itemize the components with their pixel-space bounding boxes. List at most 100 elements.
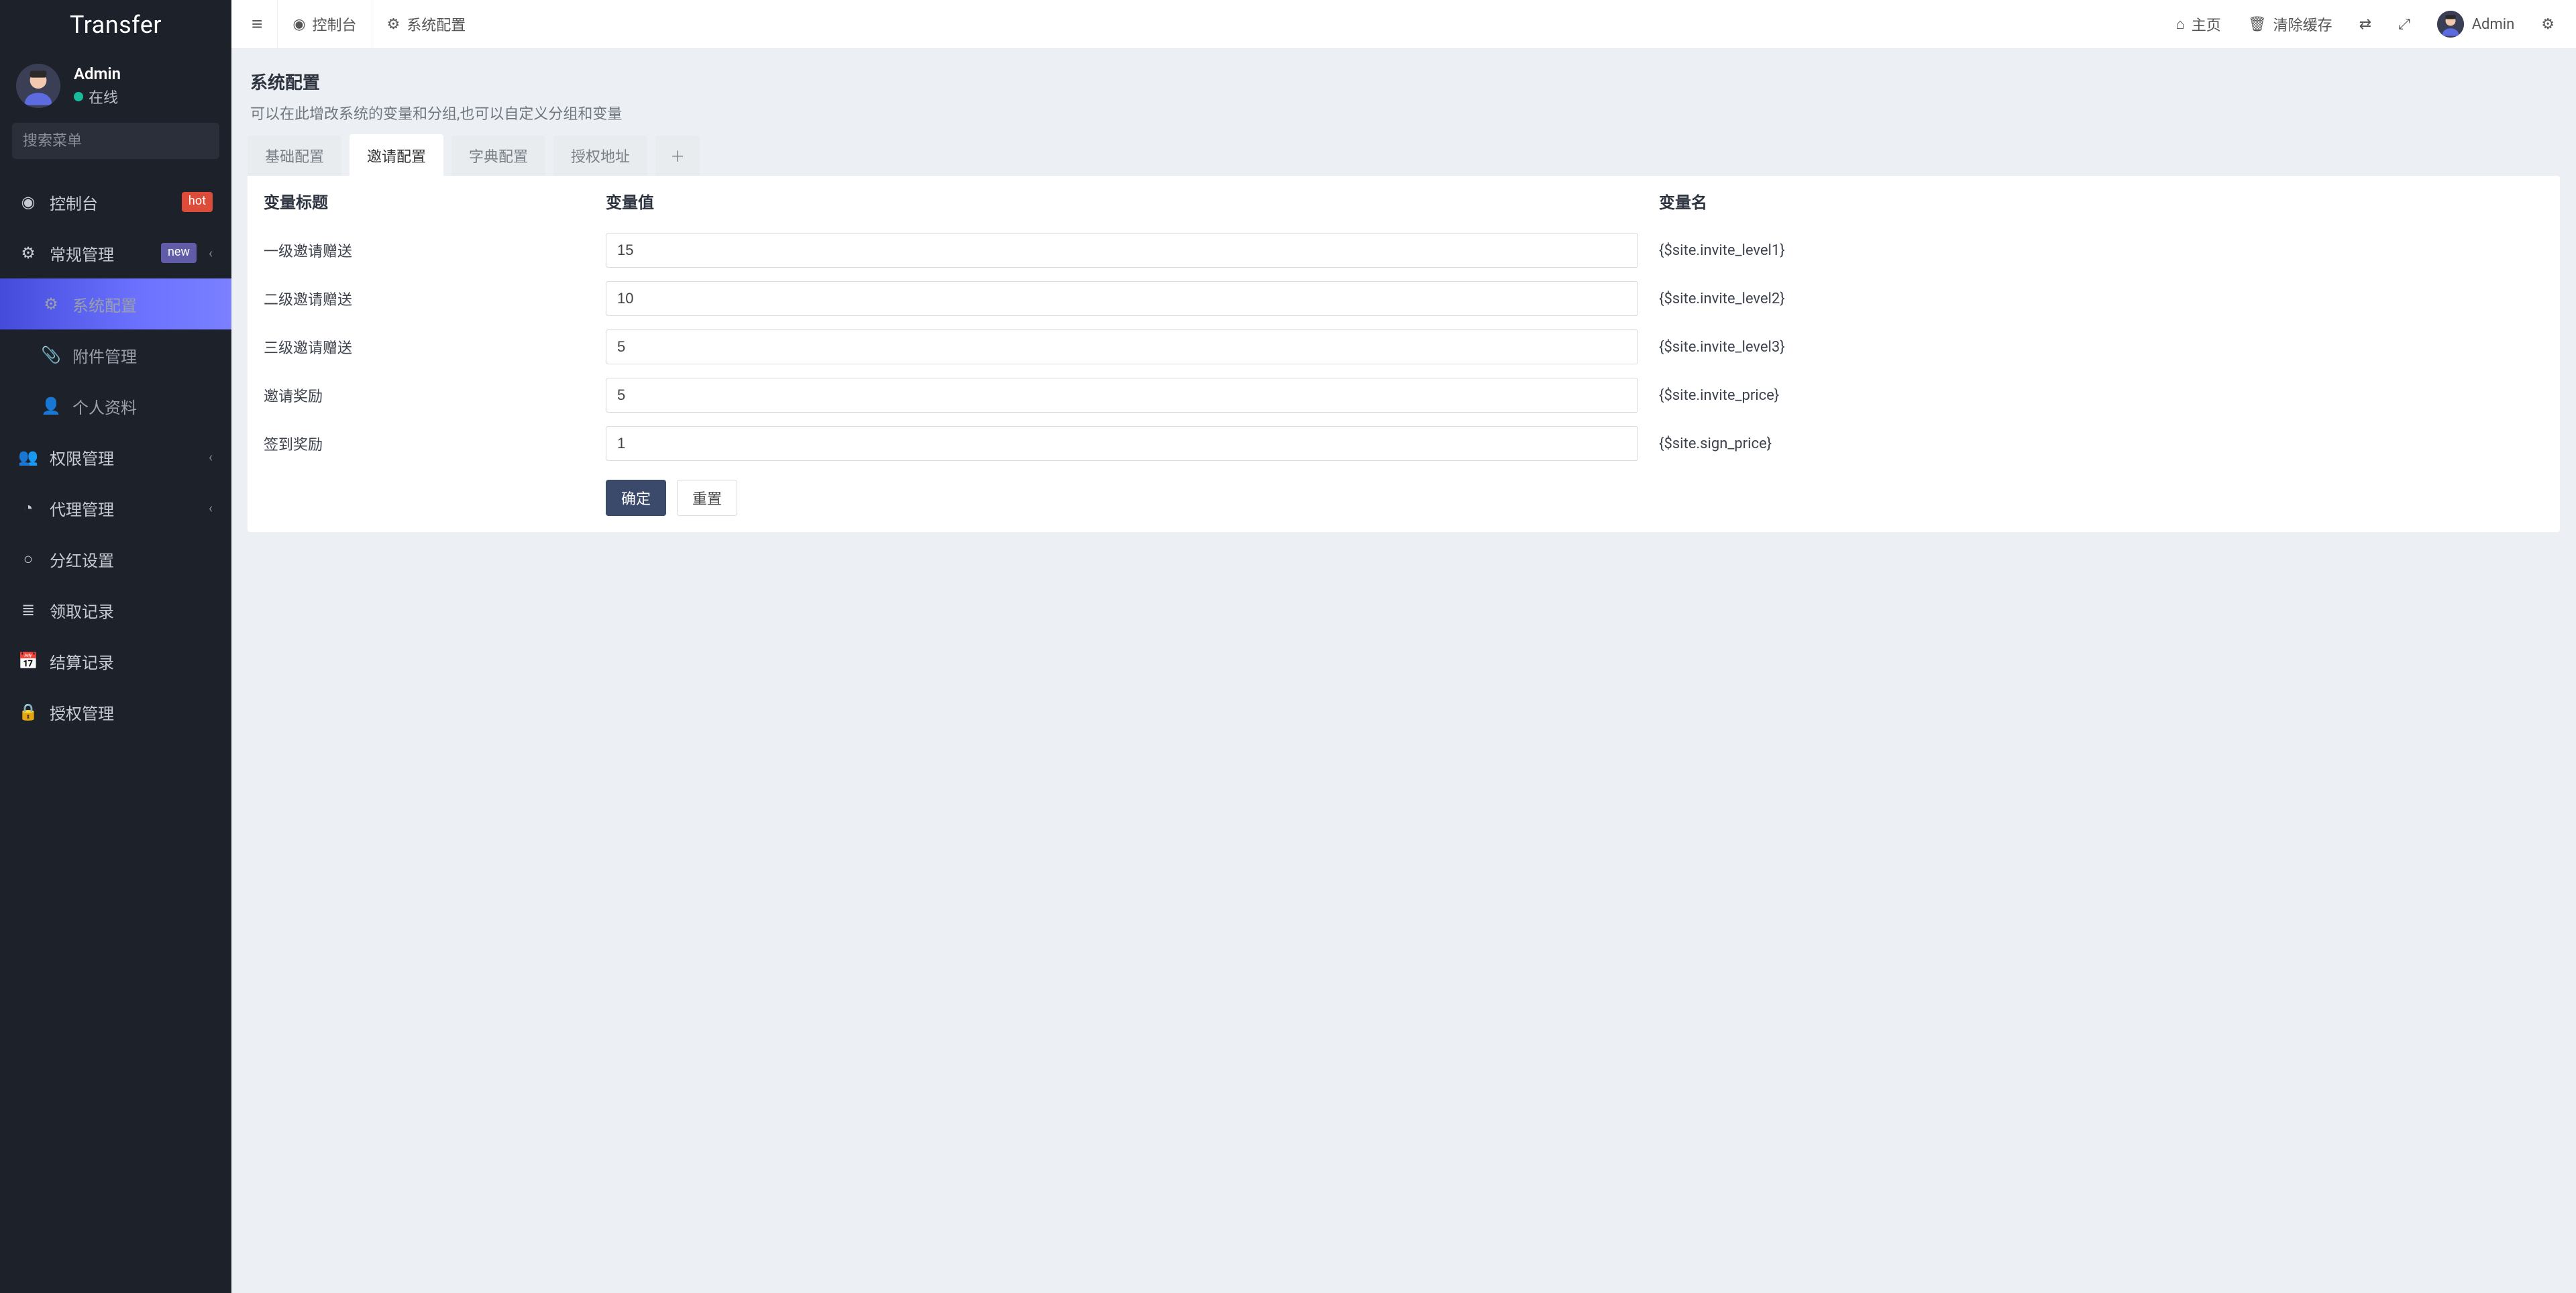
circle-icon: ○ — [19, 550, 38, 569]
search-input[interactable] — [12, 123, 219, 159]
topbar-tab-label: 系统配置 — [407, 13, 466, 35]
row-variable-name: {$site.invite_level1} — [1659, 242, 2544, 259]
sidebar-item-7[interactable]: ○ 分红设置 — [0, 533, 231, 584]
topbar-tab-1[interactable]: ⚙ 系统配置 — [372, 0, 481, 48]
sidebar-item-label: 领取记录 — [50, 599, 213, 622]
user-circle-icon: ◔ — [19, 499, 38, 518]
brand: Transfer — [0, 0, 231, 49]
sidebar-item-3[interactable]: 📎附件管理 — [0, 329, 231, 380]
table-row: 邀请奖励{$site.invite_price} — [248, 371, 2560, 419]
table-row: 一级邀请赠送 {$site.invite_level1} — [248, 226, 2560, 274]
sidebar-item-5[interactable]: 👥权限管理‹ — [0, 431, 231, 482]
table-row: 签到奖励{$site.sign_price} — [248, 419, 2560, 468]
sidebar-item-label: 代理管理 — [50, 497, 197, 520]
topbar-user[interactable]: Admin — [2424, 0, 2528, 48]
fullscreen-button[interactable]: ⤢ — [2385, 0, 2424, 48]
mini-avatar-icon — [2437, 11, 2464, 38]
bars-icon: ≣ — [19, 601, 38, 619]
row-value-input[interactable] — [606, 233, 1638, 268]
hamburger-button[interactable]: ≡ — [239, 0, 274, 48]
config-tab-add[interactable]: ＋ — [655, 136, 700, 176]
mini-avatar — [2437, 11, 2464, 38]
profile-info: Admin 在线 — [74, 64, 121, 107]
avatar — [16, 64, 60, 108]
config-tab-0[interactable]: 基础配置 — [248, 136, 341, 176]
profile-status: 在线 — [74, 86, 121, 107]
row-variable-name: {$site.invite_level3} — [1659, 339, 2544, 356]
row-value-input[interactable] — [606, 378, 1638, 413]
row-variable-name: {$site.invite_level2} — [1659, 291, 2544, 307]
sidebar-item-1[interactable]: ⚙常规管理new‹ — [0, 227, 231, 278]
table-row: 三级邀请赠送 {$site.invite_level3} — [248, 323, 2560, 371]
sidebar-item-label: 系统配置 — [72, 293, 213, 316]
sidebar-item-label: 结算记录 — [50, 650, 213, 673]
home-label: 主页 — [2192, 13, 2221, 35]
row-value-cell — [606, 233, 1659, 268]
plus-icon: ＋ — [670, 148, 685, 165]
config-tab-3[interactable]: 授权地址 — [553, 136, 647, 176]
sidebar: Transfer Admin 在线 🔍 — [0, 0, 231, 1293]
sidebar-item-label: 附件管理 — [72, 344, 213, 367]
sidebar-item-6[interactable]: ◔ 代理管理 ‹ — [0, 482, 231, 533]
gear-icon: ⚙ — [387, 15, 400, 33]
main: ≡ ◉控制台 ⚙ 系统配置 ⌂ 主页 🗑 清除缓存 ⇄ ⤢ — [231, 0, 2576, 1293]
profile-block: Admin 在线 — [0, 49, 231, 123]
status-dot-icon — [74, 92, 83, 101]
sidebar-item-2[interactable]: ⚙ 系统配置 — [0, 278, 231, 329]
config-tab-2[interactable]: 字典配置 — [451, 136, 545, 176]
config-tab-1[interactable]: 邀请配置 — [350, 136, 443, 176]
page-title: 系统配置 — [250, 69, 2557, 94]
topbar-right: ⌂ 主页 🗑 清除缓存 ⇄ ⤢ — [2162, 0, 2568, 48]
row-value-input[interactable] — [606, 426, 1638, 461]
chevron-left-icon: ‹ — [209, 500, 213, 516]
sidebar-item-10[interactable]: 🔒 授权管理 — [0, 686, 231, 737]
row-label: 一级邀请赠送 — [264, 231, 606, 269]
trash-icon: 🗑 — [2248, 15, 2267, 33]
topbar-left: ≡ ◉控制台 ⚙ 系统配置 — [239, 0, 480, 48]
topbar: ≡ ◉控制台 ⚙ 系统配置 ⌂ 主页 🗑 清除缓存 ⇄ ⤢ — [231, 0, 2576, 49]
lock-icon: 🔒 — [19, 703, 38, 721]
settings-button[interactable]: ⚙ — [2528, 0, 2568, 48]
sidebar-item-badge: new — [161, 243, 197, 262]
sliders-icon: ⚙ — [2541, 15, 2555, 33]
user-icon: 👤 — [42, 397, 60, 415]
calendar-icon: 📅 — [19, 652, 38, 670]
language-button[interactable]: ⇄ — [2346, 0, 2385, 48]
topbar-tab-label: 控制台 — [313, 13, 357, 35]
config-tabs: 基础配置邀请配置字典配置授权地址 ＋ — [248, 136, 2560, 176]
cogs-icon: ⚙ — [19, 244, 38, 262]
reset-button[interactable]: 重置 — [677, 480, 737, 516]
gear-icon: ⚙ — [42, 295, 60, 313]
col-label: 变量标题 — [264, 189, 606, 213]
users-icon: 👥 — [19, 448, 38, 466]
row-value-cell — [606, 426, 1659, 461]
sidebar-item-badge: hot — [182, 192, 213, 211]
sidebar-item-4[interactable]: 👤 个人资料 — [0, 380, 231, 431]
config-panel: 变量标题 变量值 变量名 一级邀请赠送 {$site.invite_level1}… — [248, 176, 2560, 532]
sidebar-item-label: 分红设置 — [50, 548, 213, 571]
chevron-left-icon: ‹ — [209, 449, 213, 465]
page-subtitle: 可以在此增改系统的变量和分组,也可以自定义分组和变量 — [250, 102, 2557, 123]
config-rows: 一级邀请赠送{$site.invite_level1}二级邀请赠送{$site.… — [248, 226, 2560, 468]
row-label: 三级邀请赠送 — [264, 328, 606, 366]
table-header: 变量标题 变量值 变量名 — [248, 176, 2560, 226]
row-value-input[interactable] — [606, 281, 1638, 316]
dashboard-icon: ◉ — [19, 193, 38, 211]
row-value-input[interactable] — [606, 329, 1638, 364]
sidebar-item-8[interactable]: ≣ 领取记录 — [0, 584, 231, 635]
sidebar-item-label: 个人资料 — [72, 395, 213, 418]
chevron-left-icon: ‹ — [209, 245, 213, 261]
page-head: 系统配置 可以在此增改系统的变量和分组,也可以自定义分组和变量 — [248, 65, 2560, 136]
home-button[interactable]: ⌂ 主页 — [2162, 0, 2234, 48]
topbar-tabs: ◉控制台 ⚙ 系统配置 — [277, 0, 480, 48]
topbar-tab-0[interactable]: ◉控制台 — [277, 0, 371, 48]
sidebar-item-label: 授权管理 — [50, 701, 213, 724]
clear-cache-button[interactable]: 🗑 清除缓存 — [2235, 0, 2346, 48]
clear-cache-label: 清除缓存 — [2273, 13, 2332, 35]
sidebar-item-0[interactable]: ◉控制台hot — [0, 176, 231, 227]
submit-button[interactable]: 确定 — [606, 480, 666, 516]
sidebar-item-9[interactable]: 📅 结算记录 — [0, 635, 231, 686]
row-variable-name: {$site.invite_price} — [1659, 387, 2544, 404]
row-variable-name: {$site.sign_price} — [1659, 435, 2544, 452]
topbar-username: Admin — [2472, 16, 2515, 33]
